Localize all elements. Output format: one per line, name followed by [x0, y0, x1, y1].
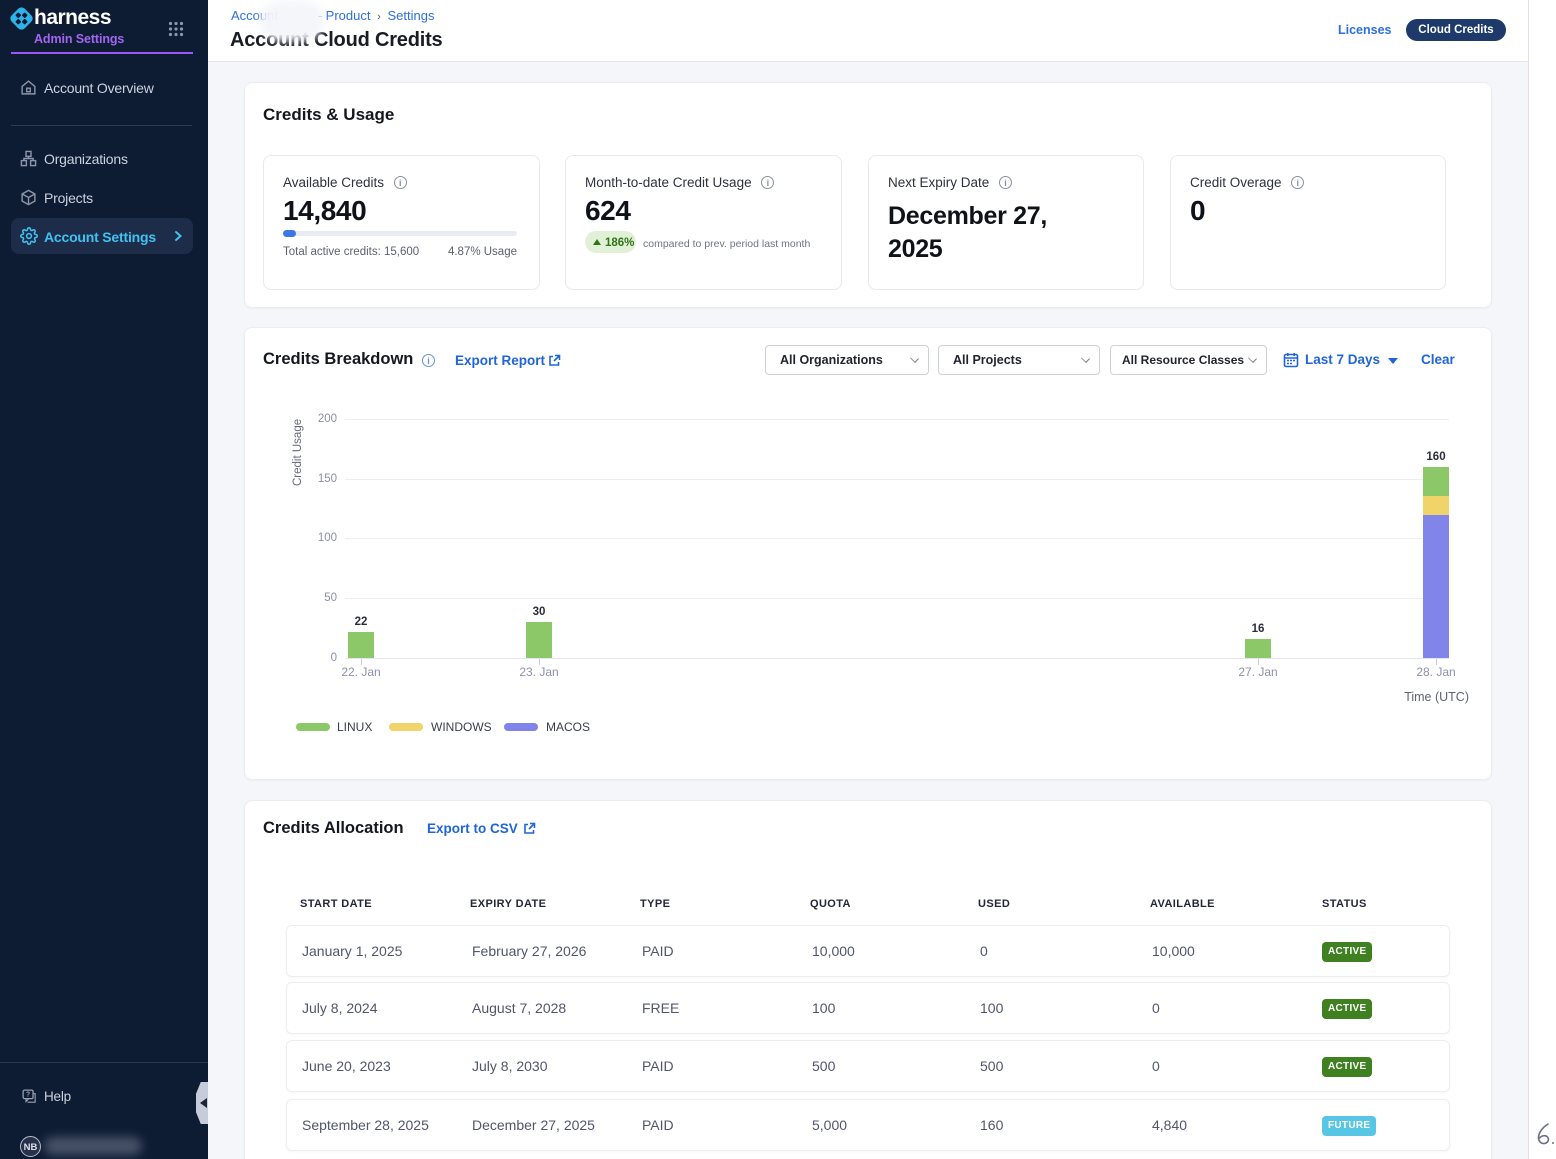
svg-text:?: ?: [26, 1091, 30, 1099]
